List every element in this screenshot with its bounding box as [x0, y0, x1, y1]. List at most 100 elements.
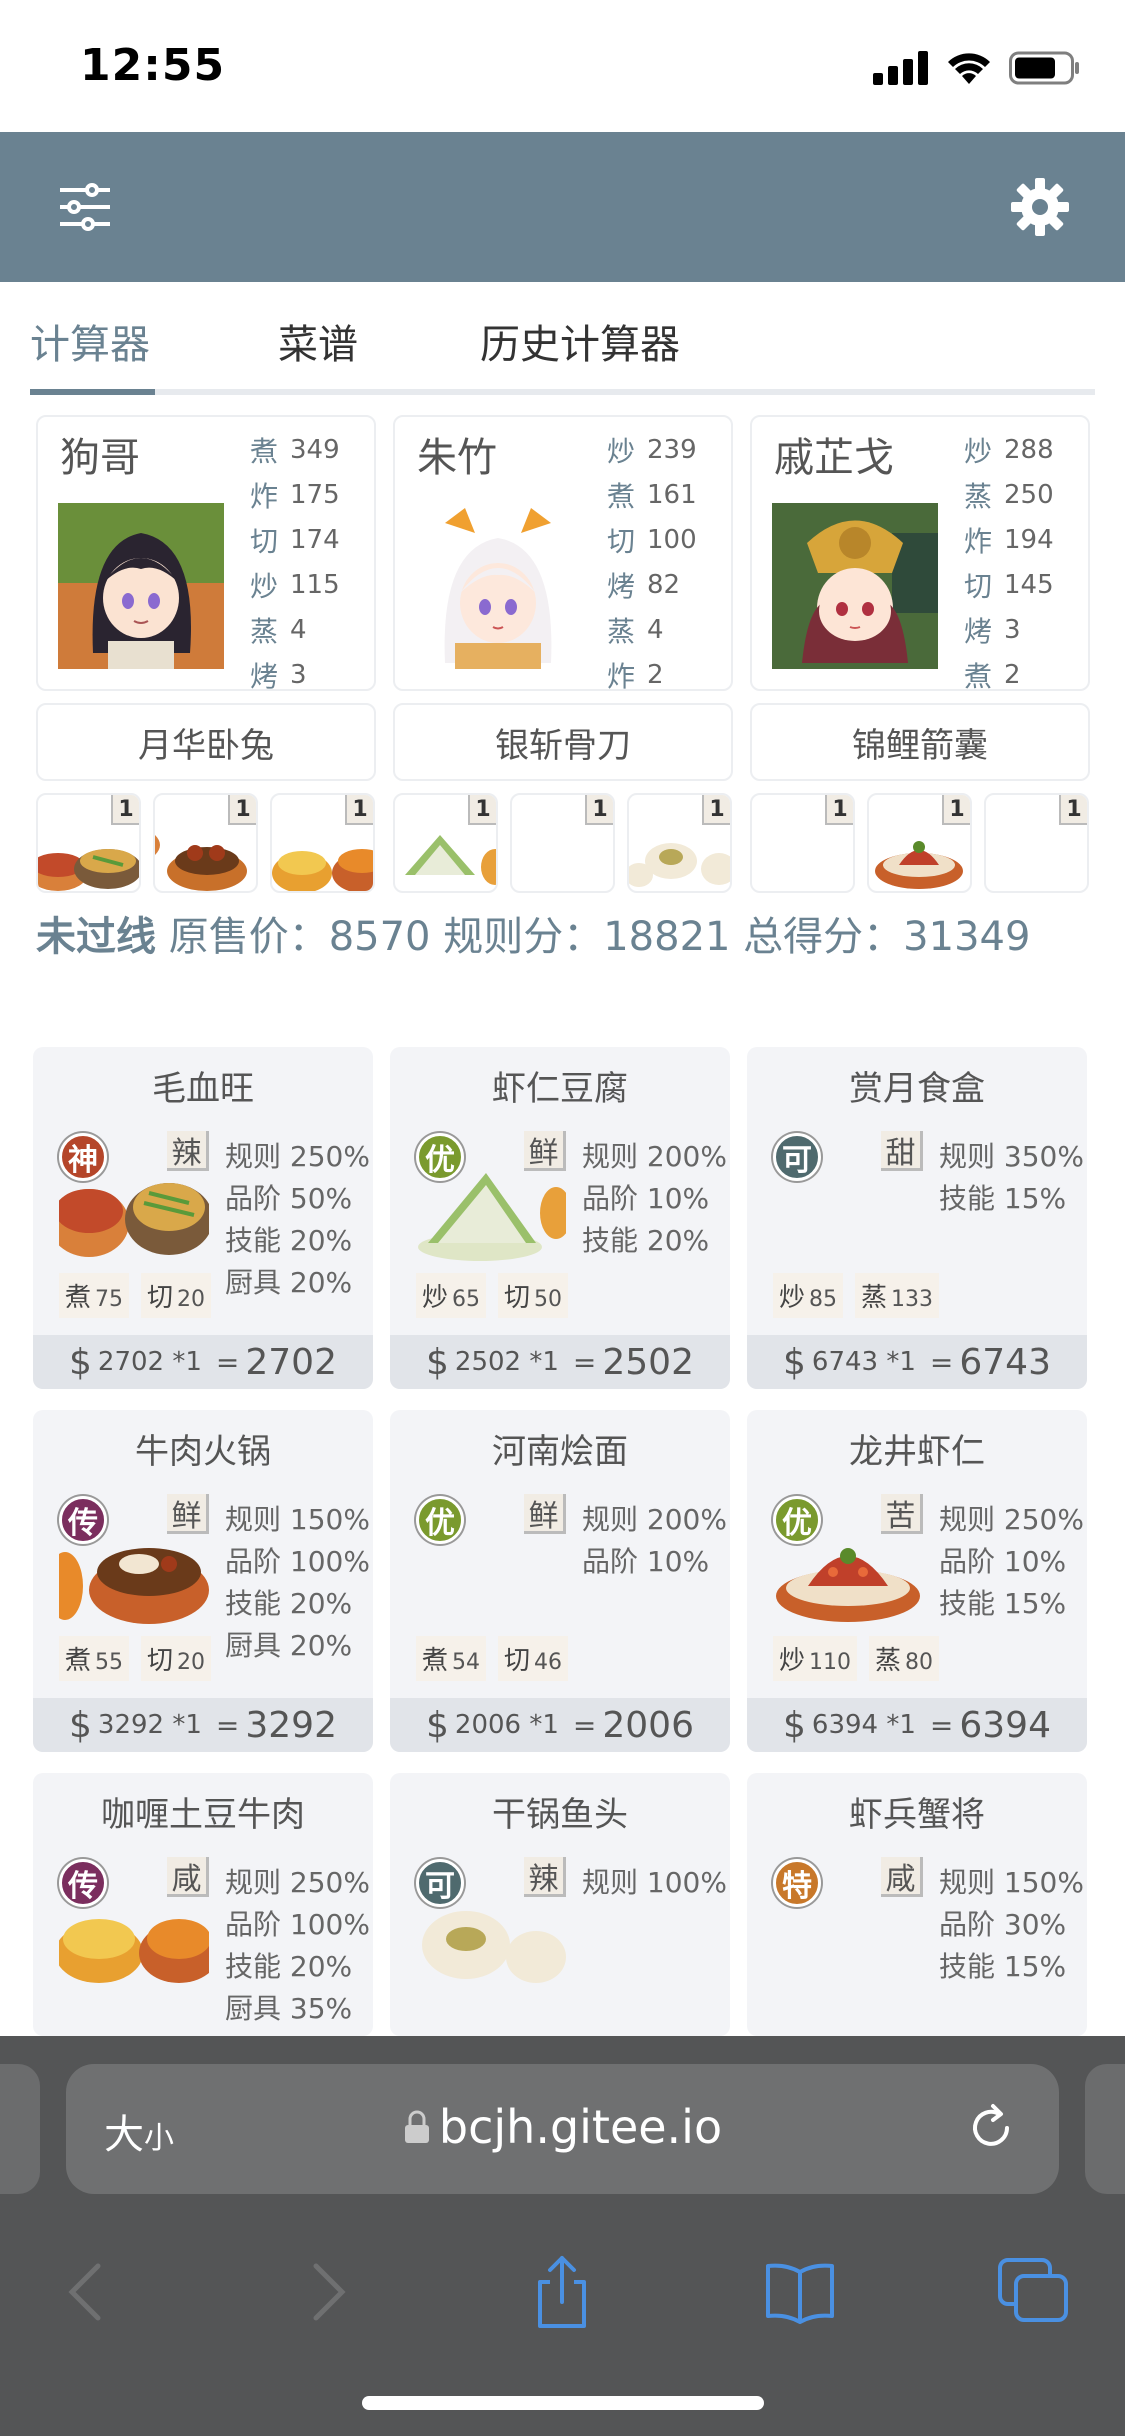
slot-quantity: 1 [111, 795, 139, 825]
recipe-name: 咖喱土豆牛肉 [101, 1795, 305, 1835]
forward-icon[interactable] [288, 2252, 368, 2332]
total-price: 2702 [245, 1341, 337, 1383]
skill-name: 炒 [250, 569, 279, 603]
flavor-tag: 辣 [167, 1131, 209, 1171]
dish-slot[interactable]: 1 [984, 793, 1089, 893]
bookmarks-icon[interactable] [760, 2252, 840, 2332]
skill-value: 174 [290, 524, 340, 555]
next-tab-preview[interactable] [1085, 2064, 1125, 2194]
requirement-value: 110 [809, 1650, 852, 1675]
skill-name: 煮 [964, 659, 993, 693]
dish-slot[interactable]: 1 [270, 793, 375, 893]
recipe-name: 龙井虾仁 [849, 1432, 985, 1472]
dish-slot[interactable]: 1 [750, 793, 855, 893]
recipe-card[interactable]: 龙井虾仁 优 苦 规则 250% 品阶 10% 技能 15% 炒 110 蒸 80 … [747, 1410, 1087, 1752]
skill-value: 82 [647, 569, 681, 600]
skill-value: 2 [1004, 659, 1021, 690]
url-text: bcjh.gitee.io [66, 2100, 1059, 2154]
requirement-skill: 煮 [65, 1283, 92, 1313]
flavor-tag: 咸 [881, 1857, 923, 1897]
recipe-card[interactable]: 毛血旺 神 辣 规则 250% 品阶 50% 技能 20% 厨具 20% 煮 75… [33, 1047, 373, 1389]
recipe-card[interactable]: 干锅鱼头 可 辣 规则 100% [390, 1773, 730, 2036]
total-price: 2502 [602, 1341, 694, 1383]
status-bar: 12:55 [0, 0, 1125, 132]
dish-slot[interactable]: 1 [36, 793, 141, 893]
requirement: 切 20 [141, 1273, 212, 1318]
chef-avatar [415, 503, 581, 669]
dish-slot[interactable]: 1 [393, 793, 498, 893]
equipment-button[interactable]: 月华卧兔 [36, 703, 376, 781]
recipe-card[interactable]: 河南烩面 优 鲜 规则 200% 品阶 10% 煮 54 切 46 $ 2006 *… [390, 1410, 730, 1752]
skill-value: 115 [290, 569, 340, 600]
skill-requirements: 煮 75 切 20 [59, 1273, 212, 1318]
tab-recipes[interactable]: 菜谱 [278, 312, 358, 370]
chef-card[interactable]: 戚芷戈 炒 288 蒸 250 炸 194 切 145 烤3 煮2 [750, 415, 1090, 693]
home-indicator[interactable] [362, 2396, 764, 2410]
dish-slot[interactable]: 1 [510, 793, 615, 893]
recipe-card[interactable]: 牛肉火锅 传 鲜 规则 150% 品阶 100% 技能 20% 厨具 20% 煮… [33, 1410, 373, 1752]
bonus-row: 品阶 10% [582, 1545, 710, 1578]
skill-requirements: 煮 55 切 20 [59, 1636, 212, 1681]
bonus-row: 规则 100% [582, 1866, 727, 1899]
share-icon[interactable] [522, 2252, 602, 2332]
skill-value: 4 [290, 614, 307, 645]
chef-skills: 煮 349 炸 175 切 174 炒 115 蒸4 烤3 [250, 427, 370, 697]
requirement-value: 50 [534, 1287, 563, 1312]
tab-bar: 计算器 菜谱 历史计算器 [30, 300, 1095, 395]
reload-icon[interactable] [963, 2100, 1019, 2156]
recipe-card[interactable]: 赏月食盒 可 甜 规则 350% 技能 15% 炒 85 蒸 133 $ 6743 … [747, 1047, 1087, 1389]
bonus-row: 厨具 35% [225, 1992, 353, 2025]
recipe-name: 牛肉火锅 [135, 1432, 271, 1472]
dish-slot[interactable]: 1 [153, 793, 258, 893]
rarity-badge: 优 [416, 1496, 464, 1544]
bonus-row: 技能 15% [939, 1950, 1067, 1983]
chef-avatar [772, 503, 938, 669]
recipe-card[interactable]: 虾仁豆腐 优 鲜 规则 200% 品阶 10% 技能 20% 炒 65 切 50 $… [390, 1047, 730, 1389]
skill-name: 烤 [964, 614, 993, 648]
slot-quantity: 1 [228, 795, 256, 825]
bonus-list: 规则 250% 品阶 100% 技能 20% 厨具 35% [225, 1861, 370, 2029]
price-bar: $ 2006 *1 = 2006 [390, 1698, 730, 1752]
recipe-card[interactable]: 虾兵蟹将 特 咸 规则 150% 品阶 30% 技能 15% [747, 1773, 1087, 2036]
dish-slot[interactable]: 1 [867, 793, 972, 893]
price-bar: $ 2502 *1 = 2502 [390, 1335, 730, 1389]
currency-symbol: $ [783, 1704, 806, 1746]
previous-tab-preview[interactable] [0, 2064, 40, 2194]
sliders-icon[interactable] [50, 172, 120, 242]
equals-sign: = [572, 1708, 597, 1742]
skill-value: 145 [1004, 569, 1054, 600]
equipment-button[interactable]: 锦鲤箭囊 [750, 703, 1090, 781]
tab-history-calculator[interactable]: 历史计算器 [480, 312, 680, 370]
requirement-skill: 切 [147, 1283, 174, 1313]
skill-name: 炸 [964, 524, 993, 558]
requirement: 切 46 [498, 1636, 569, 1681]
back-icon[interactable] [46, 2252, 126, 2332]
price-bar: $ 3292 *1 = 3292 [33, 1698, 373, 1752]
active-tab-indicator [30, 389, 155, 395]
currency-symbol: $ [426, 1341, 449, 1383]
gear-icon[interactable] [1005, 172, 1075, 242]
equipment-button[interactable]: 银斩骨刀 [393, 703, 733, 781]
tabs-icon[interactable] [994, 2252, 1074, 2332]
chef-skills: 炒 239 煮 161 切 100 烤 82 蒸4 炸2 [607, 427, 727, 697]
skill-value: 250 [1004, 479, 1054, 510]
chef-card[interactable]: 狗哥 煮 349 炸 175 切 174 炒 115 蒸4 烤3 [36, 415, 376, 693]
requirement: 炒 85 [773, 1273, 844, 1318]
requirement: 蒸 133 [855, 1273, 940, 1318]
total-price: 2006 [602, 1704, 694, 1746]
tab-calculator[interactable]: 计算器 [30, 312, 150, 370]
skill-name: 烤 [250, 659, 279, 693]
bonus-row: 规则 350% [939, 1140, 1084, 1173]
currency-symbol: $ [69, 1341, 92, 1383]
address-bar[interactable]: 大小 bcjh.gitee.io [66, 2064, 1059, 2194]
requirement-value: 20 [177, 1650, 206, 1675]
dish-slot[interactable]: 1 [627, 793, 732, 893]
chef-card[interactable]: 朱竹 炒 239 煮 161 切 100 烤 82 蒸4 炸2 [393, 415, 733, 693]
recipe-card[interactable]: 咖喱土豆牛肉 传 咸 规则 250% 品阶 100% 技能 20% 厨具 35% [33, 1773, 373, 2036]
bonus-list: 规则 150% 品阶 100% 技能 20% 厨具 20% [225, 1498, 370, 1666]
rarity-badge: 传 [59, 1859, 107, 1907]
requirement-value: 55 [95, 1650, 124, 1675]
skill-value: 175 [290, 479, 340, 510]
skill-value: 4 [647, 614, 664, 645]
bonus-list: 规则 100% [582, 1861, 727, 1903]
